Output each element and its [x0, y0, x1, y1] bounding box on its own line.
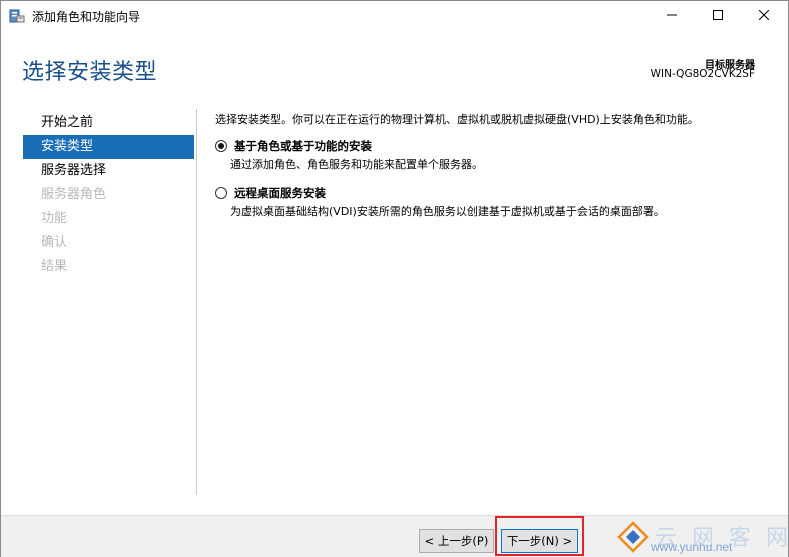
option-remote-desktop[interactable]: 远程桌面服务安装 为虚拟桌面基础结构(VDI)安装所需的角色服务以创建基于虚拟机…: [215, 185, 665, 219]
wizard-steps-sidebar: 开始之前 安装类型 服务器选择 服务器角色 功能 确认 结果: [23, 111, 194, 279]
role-based-radio[interactable]: [215, 140, 227, 152]
minimize-icon: [667, 9, 677, 23]
sidebar-item-server-selection[interactable]: 服务器选择: [23, 159, 194, 183]
maximize-icon: [713, 9, 723, 23]
minimize-button[interactable]: [649, 1, 695, 31]
option-role-based[interactable]: 基于角色或基于功能的安装 通过添加角色、角色服务和功能来配置单个服务器。: [215, 138, 483, 172]
remote-desktop-radio[interactable]: [215, 187, 227, 199]
sidebar-item-features: 功能: [41, 211, 68, 226]
sidebar-item-before-you-begin[interactable]: 开始之前: [23, 111, 194, 135]
wizard-window: 添加角色和功能向导 选择安装类型 目标服务器 WIN-QG8O2CVK2SF 开…: [0, 0, 789, 557]
maximize-button[interactable]: [695, 1, 741, 31]
title-bar[interactable]: 添加角色和功能向导: [1, 1, 788, 31]
sidebar-item-server-roles: 服务器角色: [41, 187, 107, 202]
sidebar-item-installation-type[interactable]: 安装类型: [23, 135, 194, 159]
page-title: 选择安装类型: [22, 60, 158, 85]
sidebar-item-confirmation: 确认: [41, 235, 68, 250]
watermark-url: www.yunhu.net: [651, 540, 733, 554]
watermark-logo-icon: [617, 521, 649, 556]
sidebar-item-results: 结果: [41, 259, 68, 274]
remote-desktop-description: 为虚拟桌面基础结构(VDI)安装所需的角色服务以创建基于虚拟机或基于会话的桌面部…: [230, 205, 665, 218]
sidebar-divider: [196, 109, 197, 495]
role-based-description: 通过添加角色、角色服务和功能来配置单个服务器。: [230, 158, 483, 171]
intro-text: 选择安装类型。你可以在正在运行的物理计算机、虚拟机或脱机虚拟硬盘(VHD)上安装…: [215, 113, 699, 126]
close-icon: [758, 9, 770, 23]
role-based-label[interactable]: 基于角色或基于功能的安装: [234, 138, 372, 154]
site-watermark: 云 网 客 网 www.yunhu.net: [613, 517, 789, 557]
server-wizard-icon: [9, 8, 25, 24]
remote-desktop-label[interactable]: 远程桌面服务安装: [234, 185, 326, 201]
window-title: 添加角色和功能向导: [32, 10, 141, 24]
previous-button[interactable]: < 上一步(P): [419, 529, 494, 553]
next-button[interactable]: 下一步(N) >: [501, 529, 578, 553]
close-button[interactable]: [741, 1, 787, 31]
target-server-name: WIN-QG8O2CVK2SF: [650, 68, 755, 80]
